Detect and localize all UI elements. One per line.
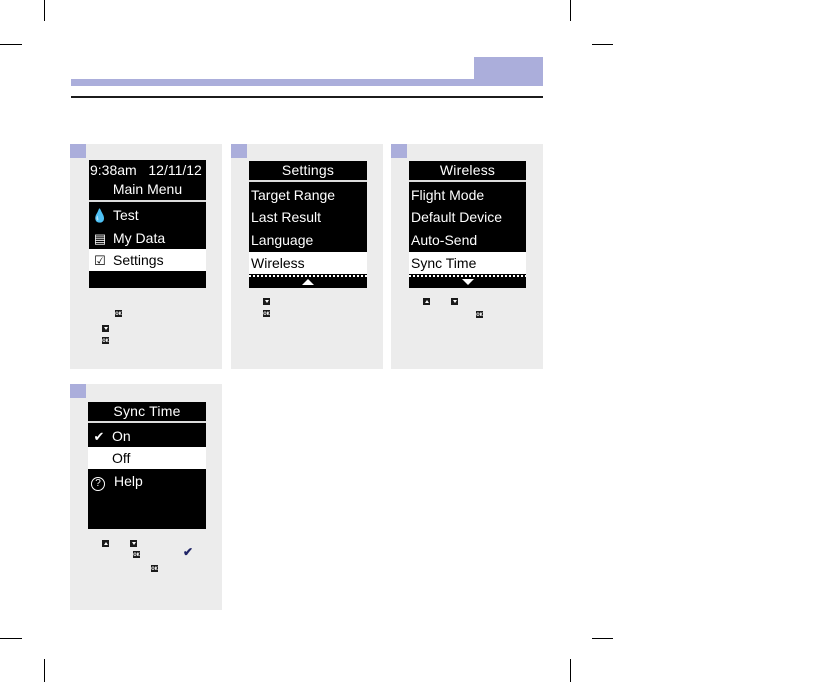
menu-item-label: Wireless bbox=[251, 255, 305, 271]
option-label: Off bbox=[112, 450, 131, 466]
screen-title: Main Menu bbox=[112, 181, 183, 197]
meter-screen-wireless: Wireless Flight Mode Default Device Auto… bbox=[409, 161, 526, 288]
ok-button-icon: OK bbox=[151, 565, 158, 572]
menu-item-sync-time[interactable]: Sync Time bbox=[409, 252, 526, 274]
menu-item-label: Settings bbox=[113, 252, 164, 268]
help-icon: ? bbox=[91, 477, 105, 491]
screen-time-date: 9:38am 12/11/12 bbox=[90, 162, 202, 178]
menu-item-label: Last Result bbox=[251, 209, 322, 225]
menu-item-label: Language bbox=[251, 232, 314, 248]
menu-item-language[interactable]: Language bbox=[249, 229, 367, 251]
title-separator bbox=[88, 421, 206, 423]
menu-item-auto-send[interactable]: Auto-Send bbox=[409, 229, 526, 251]
menu-item-wireless[interactable]: Wireless bbox=[249, 252, 367, 274]
crop-mark bbox=[0, 638, 22, 639]
menu-item-target-range[interactable]: Target Range bbox=[249, 184, 367, 206]
checkmark-icon: ✔ bbox=[93, 429, 105, 444]
option-on[interactable]: ✔ On bbox=[88, 425, 206, 447]
menu-item-flight-mode[interactable]: Flight Mode bbox=[409, 184, 526, 206]
meter-screen-sync-time: Sync Time ✔ On Off ? Help bbox=[88, 402, 206, 529]
title-separator bbox=[249, 180, 367, 182]
option-label: On bbox=[112, 428, 131, 444]
menu-item-label: Target Range bbox=[251, 187, 336, 203]
option-off[interactable]: Off bbox=[88, 447, 206, 469]
crop-mark bbox=[44, 659, 45, 682]
option-label: Help bbox=[114, 473, 143, 489]
crop-mark bbox=[592, 44, 613, 45]
down-button-icon bbox=[263, 298, 270, 305]
option-help[interactable]: ? Help bbox=[88, 470, 206, 492]
screen-title: Settings bbox=[281, 162, 335, 178]
scroll-up-icon bbox=[302, 279, 314, 285]
title-separator bbox=[409, 180, 526, 182]
checkbox-icon: ☑ bbox=[94, 253, 106, 268]
menu-item-label: Test bbox=[113, 207, 139, 223]
scroll-down-icon bbox=[461, 279, 474, 285]
down-button-icon bbox=[102, 325, 109, 332]
title-separator bbox=[89, 200, 206, 202]
meter-screen-settings: Settings Target Range Last Result Langua… bbox=[249, 161, 367, 288]
menu-item-my-data[interactable]: ▤ My Data bbox=[89, 227, 206, 249]
drop-icon: 💧 bbox=[91, 208, 109, 223]
step-number-marker bbox=[391, 144, 407, 158]
crop-mark bbox=[570, 0, 571, 21]
menu-item-label: My Data bbox=[113, 230, 166, 246]
down-button-icon bbox=[451, 298, 458, 305]
menu-item-settings[interactable]: ☑ Settings bbox=[89, 249, 206, 271]
up-button-icon bbox=[102, 540, 109, 547]
up-button-icon bbox=[423, 298, 430, 305]
crop-mark bbox=[592, 638, 613, 639]
crop-mark bbox=[44, 0, 45, 21]
meter-screen-main-menu: 9:38am 12/11/12 Main Menu 💧 Test ▤ My Data… bbox=[89, 160, 206, 288]
menu-item-label: Flight Mode bbox=[411, 187, 485, 203]
menu-item-label: Auto-Send bbox=[411, 232, 478, 248]
my-data-icon: ▤ bbox=[93, 231, 107, 246]
screen-title: Sync Time bbox=[113, 403, 181, 419]
step-number-marker bbox=[70, 384, 86, 398]
ok-button-icon: OK bbox=[115, 310, 122, 317]
chapter-tab bbox=[474, 57, 543, 86]
menu-item-test[interactable]: 💧 Test bbox=[89, 204, 206, 226]
ok-button-icon: OK bbox=[476, 311, 483, 318]
menu-item-label: Sync Time bbox=[411, 255, 477, 271]
crop-mark bbox=[570, 659, 571, 682]
header-rule bbox=[71, 96, 543, 98]
menu-item-last-result[interactable]: Last Result bbox=[249, 206, 367, 228]
scroll-divider bbox=[409, 275, 526, 277]
menu-item-default-device[interactable]: Default Device bbox=[409, 206, 526, 228]
step-number-marker bbox=[231, 144, 247, 158]
menu-item-label: Default Device bbox=[411, 209, 503, 225]
ok-button-icon: OK bbox=[133, 551, 140, 558]
crop-mark bbox=[0, 44, 22, 45]
step-number-marker bbox=[70, 144, 86, 158]
ok-button-icon: OK bbox=[263, 310, 270, 317]
header-accent-bar bbox=[71, 79, 474, 86]
checkmark-icon: ✔ bbox=[183, 545, 194, 559]
down-button-icon bbox=[130, 540, 137, 547]
scroll-divider bbox=[249, 275, 367, 277]
ok-button-icon: OK bbox=[102, 337, 109, 344]
screen-title: Wireless bbox=[439, 162, 496, 178]
